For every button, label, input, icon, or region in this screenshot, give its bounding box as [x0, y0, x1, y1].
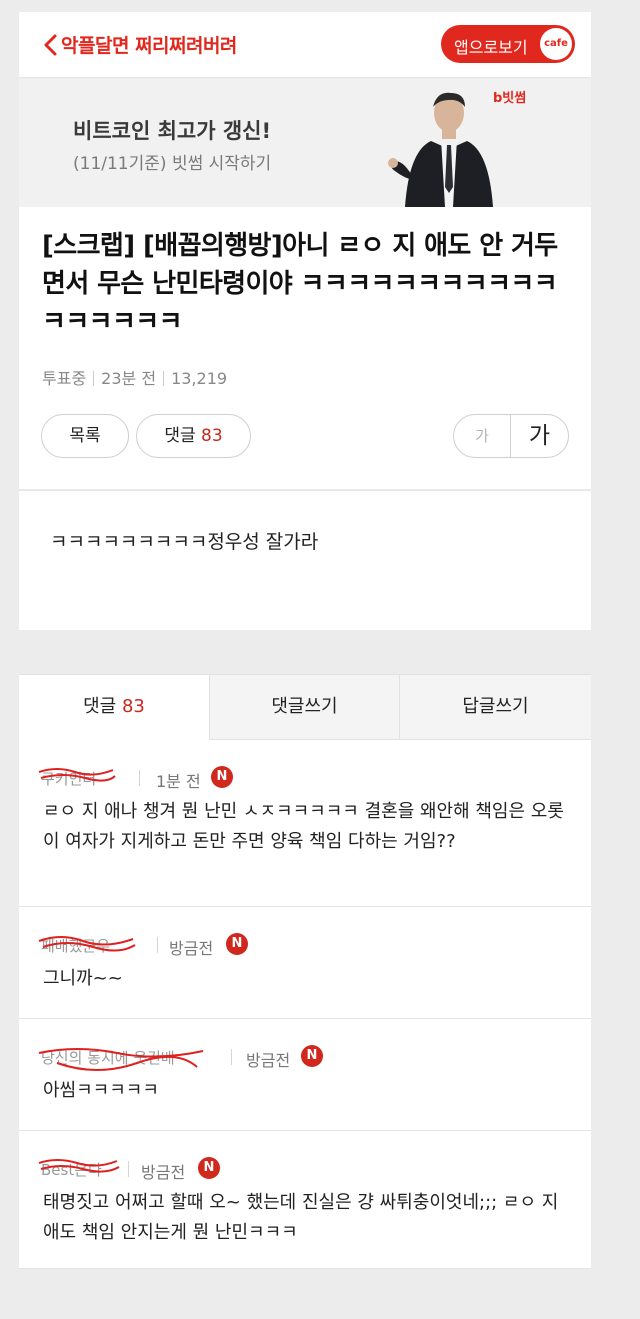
- ad-brand-logo: b빗썸: [493, 91, 527, 106]
- comment-text: ㄹㅇ 지 애나 챙겨 뭔 난민 ㅅㅈㅋㅋㅋㅋㅋ 결혼을 왜안해 책임은 오롯이 …: [43, 801, 564, 852]
- comment-time: 방금전: [141, 1163, 186, 1182]
- comment-time: 방금전: [246, 1051, 291, 1070]
- post-meta: 투표중 23분 전 13,219: [42, 365, 227, 389]
- comments-button[interactable]: 댓글 83: [136, 414, 251, 458]
- ad-subtitle: (11/11기준) 빗썸 시작하기: [73, 154, 272, 174]
- meta-divider: [93, 371, 95, 386]
- comment-list: 쿠키인터 1분 전 N ㄹㅇ 지 애나 챙겨 뭔 난민 ㅅㅈㅋㅋㅋㅋㅋ 결혼을 …: [19, 740, 591, 1269]
- comment-time: 방금전: [169, 939, 214, 958]
- open-app-button[interactable]: 앱으로보기 cafe: [441, 25, 575, 63]
- post-title: [스크랩] [배꼽의행방]아니 ㄹㅇ 지 애도 안 거두면서 무슨 난민타령이야…: [42, 231, 558, 337]
- new-badge: N: [198, 1157, 220, 1179]
- post-time: 23분 전: [101, 369, 157, 388]
- comment-divider: [128, 1161, 129, 1177]
- top-header: 악플달면 쩌리쩌려버려 앱으로보기 cafe: [19, 12, 591, 78]
- comment-text: 아씸ㅋㅋㅋㅋㅋ: [43, 1080, 159, 1101]
- cafe-logo-icon: cafe: [540, 28, 572, 60]
- ad-model-image: [388, 92, 493, 207]
- meta-divider: [163, 371, 165, 386]
- new-badge: N: [301, 1045, 323, 1067]
- post-header: [스크랩] [배꼽의행방]아니 ㄹㅇ 지 애도 안 거두면서 무슨 난민타령이야…: [19, 207, 591, 489]
- redaction-scribble: [38, 1159, 120, 1173]
- comment-item: 패배했군우 방금전 N 그니까~~: [19, 907, 591, 1019]
- comments-button-label: 댓글: [164, 426, 196, 446]
- comment-item: 당신의 동시에 웃긴배 방금전 N 아씸ㅋㅋㅋㅋㅋ: [19, 1019, 591, 1131]
- comment-divider: [231, 1049, 232, 1065]
- tab-comments-label: 댓글: [83, 696, 117, 717]
- tab-comments-count: 83: [121, 696, 145, 717]
- comment-text: 그니까~~: [43, 968, 123, 989]
- comment-item: Best온다 방금전 N 태명짓고 어쩌고 할때 오~ 했는데 진실은 걍 싸튀…: [19, 1131, 591, 1269]
- redaction-scribble: [38, 1048, 204, 1071]
- redaction-scribble: [38, 936, 136, 952]
- comments-button-count: 83: [201, 426, 223, 446]
- font-larger-button[interactable]: 가: [511, 415, 568, 457]
- new-badge: N: [211, 766, 233, 788]
- comment-text: 태명짓고 어쩌고 할때 오~ 했는데 진실은 걍 싸튀충이엇네;;; ㄹㅇ 지 …: [43, 1192, 559, 1243]
- open-app-label: 앱으로보기: [454, 38, 528, 57]
- comment-divider: [139, 770, 140, 786]
- tab-write-comment[interactable]: 댓글쓰기: [209, 675, 399, 740]
- tab-write-reply[interactable]: 답글쓰기: [399, 675, 591, 740]
- font-size-toggle: 가 가: [453, 414, 569, 458]
- comment-item: 쿠키인터 1분 전 N ㄹㅇ 지 애나 챙겨 뭔 난민 ㅅㅈㅋㅋㅋㅋㅋ 결혼을 …: [19, 740, 591, 907]
- comment-tabs: 댓글 83 댓글쓰기 답글쓰기: [19, 674, 591, 740]
- list-button[interactable]: 목록: [41, 414, 129, 458]
- ad-banner[interactable]: 비트코인 최고가 갱신! (11/11기준) 빗썸 시작하기 b빗썸: [19, 79, 591, 207]
- post-views: 13,219: [171, 369, 228, 388]
- comment-time: 1분 전: [156, 772, 201, 791]
- post-body-text: ㅋㅋㅋㅋㅋㅋㅋㅋㅋ정우성 잘가라: [50, 531, 319, 553]
- redaction-scribble: [38, 768, 116, 782]
- ad-title: 비트코인 최고가 갱신!: [73, 119, 272, 143]
- comment-divider: [157, 937, 158, 953]
- post-body: ㅋㅋㅋㅋㅋㅋㅋㅋㅋ정우성 잘가라: [19, 490, 591, 630]
- post-status: 투표중: [42, 369, 87, 388]
- cafe-name[interactable]: 악플달면 쩌리쩌려버려: [61, 31, 237, 58]
- font-smaller-button[interactable]: 가: [454, 415, 511, 457]
- tab-comments[interactable]: 댓글 83: [19, 675, 209, 740]
- new-badge: N: [226, 933, 248, 955]
